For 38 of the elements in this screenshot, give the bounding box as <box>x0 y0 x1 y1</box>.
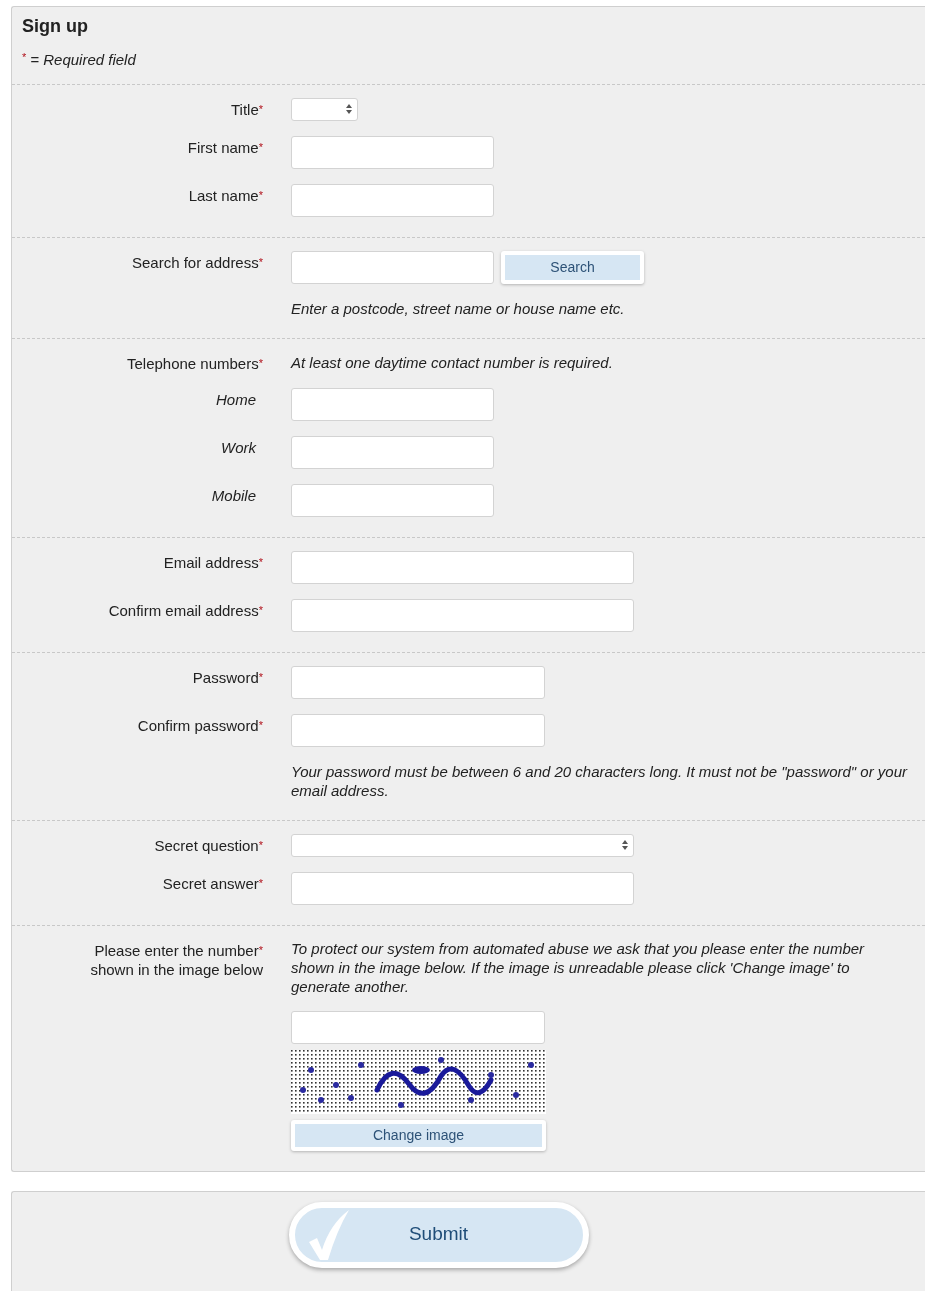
field-label: Home <box>216 390 256 408</box>
field-label: shown in the image below <box>90 960 263 978</box>
submit-button[interactable]: Submit <box>288 1201 589 1268</box>
form-title: Sign up <box>22 15 89 37</box>
field-label: Password <box>192 668 259 686</box>
required-asterisk: * <box>258 670 263 683</box>
field-label: Secret question <box>154 836 259 854</box>
field-label: Email address <box>163 553 259 571</box>
required-asterisk: * <box>258 102 263 115</box>
field-label: Mobile <box>211 486 256 504</box>
required-asterisk: * <box>258 140 263 153</box>
required-asterisk: * <box>258 876 263 889</box>
required-asterisk: * <box>258 718 263 731</box>
field-label: Work <box>221 438 256 456</box>
action-button[interactable]: Change image <box>291 1119 546 1151</box>
required-asterisk: * <box>258 555 263 568</box>
field-label: Confirm email address <box>108 601 259 619</box>
help-text: To protect our system from automated abuse we ask that you please enter the number shown in the image below. If the image is unreadable please click 'Change image' to generate another. <box>291 938 866 996</box>
required-asterisk: * <box>22 51 27 63</box>
field-label: Secret answer <box>162 874 259 892</box>
required-asterisk: * <box>258 188 263 201</box>
required-asterisk: * <box>258 356 263 369</box>
required-asterisk: * <box>258 838 263 851</box>
required-asterisk: * <box>258 943 263 956</box>
help-text: Your password must be between 6 and 20 characters long. It must not be "password" or your email address. <box>291 761 909 800</box>
action-button[interactable]: Search <box>501 250 644 284</box>
field-label: Title <box>230 100 259 118</box>
field-label: Please enter the number <box>94 941 259 959</box>
field-label: Search for address <box>132 253 259 271</box>
help-text: Enter a postcode, street name or house name etc. <box>291 298 625 318</box>
required-asterisk: * <box>258 603 263 616</box>
required-note: = Required field <box>30 51 136 68</box>
required-asterisk: * <box>258 255 263 268</box>
field-label: Last name <box>188 186 259 204</box>
field-label: Telephone numbers <box>126 354 259 372</box>
field-label: Confirm password <box>137 716 259 734</box>
field-label: First name <box>187 138 259 156</box>
help-text: At least one daytime contact number is required. <box>291 352 613 372</box>
